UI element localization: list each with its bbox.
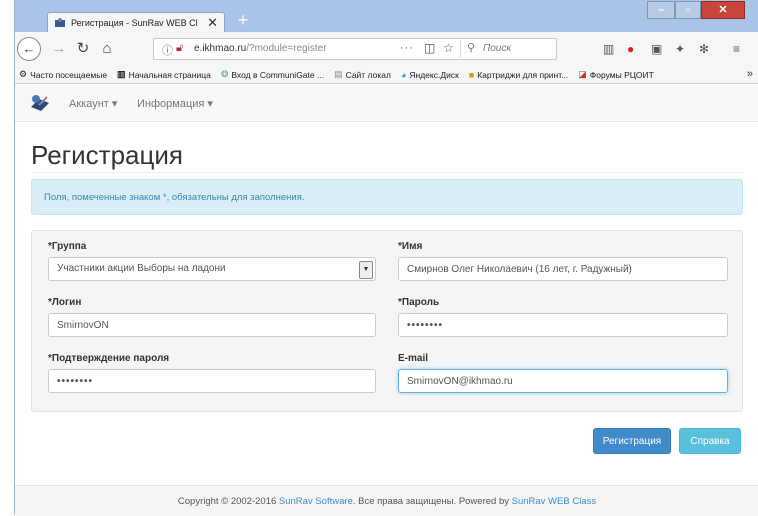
sunrav-web-class-link[interactable]: SunRav WEB Class (512, 496, 596, 507)
group-select[interactable]: Участники акции Выборы на ладони ▼ (48, 257, 376, 281)
login-input[interactable] (48, 313, 376, 337)
disk-icon: ◕ (400, 69, 407, 80)
library-icon[interactable]: ▥ (603, 42, 614, 56)
menu-account[interactable]: Аккаунт ▾ (69, 97, 117, 110)
name-input[interactable] (398, 257, 728, 281)
reload-button[interactable]: ↻ (73, 39, 93, 59)
site-navbar: Аккаунт ▾ Информация ▾ (15, 85, 758, 122)
name-label: *Имя (398, 241, 423, 252)
info-alert: Поля, помеченные знаком *, обязательны д… (31, 179, 743, 215)
chevron-down-icon[interactable]: ▼ (359, 261, 373, 279)
bookmarks-bar: ⚙ Часто посещаемые ▥ Начальная страница ❂ В… (15, 66, 758, 84)
reader-icon[interactable]: ▣ (651, 42, 662, 56)
login-label: *Логин (48, 297, 82, 308)
confirm-password-input[interactable] (48, 369, 376, 393)
home-button[interactable]: ⌂ (97, 39, 117, 59)
adblock-icon[interactable]: ● (627, 42, 634, 56)
url-path: /?module=register (246, 43, 327, 54)
search-box[interactable]: ⚲ (460, 40, 555, 58)
bookmark-item[interactable]: ❂ Вход в CommuniGate ... (221, 69, 324, 80)
search-icon: ⚲ (467, 42, 476, 54)
bookmark-label: Начальная страница (128, 69, 211, 80)
browser-window: Регистрация - SunRav WEB Cl ✕ + – ▫ ✕ ← … (14, 0, 758, 516)
maximize-button[interactable]: ▫ (675, 1, 701, 19)
info-icon[interactable]: ⓘ (162, 42, 173, 58)
help-button[interactable]: Справка (679, 428, 741, 454)
bookmark-label: Часто посещаемые (30, 69, 108, 80)
page-title: Регистрация (31, 140, 183, 170)
copyright-text: Copyright © 2002-2016 SunRav Software. В… (15, 496, 758, 507)
email-label: E-mail (398, 353, 429, 364)
site-logo-icon[interactable] (29, 93, 51, 113)
bookmark-label: Яндекс.Диск (409, 69, 459, 80)
bookmark-label: Картриджи для принт... (477, 69, 569, 80)
password-input[interactable] (398, 313, 728, 337)
registration-form: *Группа Участники акции Выборы на ладони… (31, 230, 743, 412)
pocket-icon[interactable]: ◫ (424, 41, 435, 55)
bookmark-star-icon[interactable]: ☆ (443, 41, 454, 55)
footer: Copyright © 2002-2016 SunRav Software. В… (15, 485, 758, 516)
group-select-value: Участники акции Выборы на ладони (57, 263, 226, 274)
addon-icon[interactable]: ✻ (699, 42, 709, 56)
page-actions-icon[interactable]: ··· (400, 42, 414, 54)
page-icon: ▤ (334, 69, 343, 79)
url-text[interactable]: e.ikhmao.ru/?module=register (194, 43, 327, 54)
maximize-icon: ▫ (686, 4, 690, 16)
address-bar[interactable]: ⓘ 🔓︎ e.ikhmao.ru/?module=register ··· ◫ … (153, 38, 557, 60)
back-button[interactable]: ← (17, 37, 41, 61)
footer-text: . Все права защищены. Powered by (352, 496, 512, 507)
bookmark-item[interactable]: ◕ Яндекс.Диск (401, 70, 459, 80)
navigation-bar: ← → ↻ ⌂ ⓘ 🔓︎ e.ikhmao.ru/?module=registe… (15, 32, 758, 67)
bookmark-item[interactable]: ◪ Форумы РЦОИТ (578, 69, 654, 80)
menu-icon[interactable]: ≡ (733, 42, 740, 56)
close-icon: ✕ (718, 4, 728, 16)
bookmark-item[interactable]: ▤ Сайт локал (334, 69, 391, 80)
tab-title: Регистрация - SunRav WEB Cl (71, 17, 198, 28)
divider (31, 172, 743, 173)
register-button[interactable]: Регистрация (593, 428, 671, 454)
footer-text: Copyright © 2002-2016 (177, 496, 279, 507)
forward-button[interactable]: → (49, 39, 69, 59)
url-host: e.ikhmao.ru (194, 43, 247, 54)
insecure-lock-icon[interactable]: 🔓︎ (176, 42, 183, 55)
browser-tab[interactable]: Регистрация - SunRav WEB Cl ✕ (47, 12, 225, 32)
bookmark-label: Вход в CommuniGate ... (231, 69, 325, 80)
tab-close-icon[interactable]: ✕ (207, 15, 218, 31)
minimize-button[interactable]: – (647, 1, 675, 19)
site-favicon-icon (55, 17, 65, 27)
tab-strip: Регистрация - SunRav WEB Cl ✕ + – ▫ ✕ (15, 0, 758, 32)
search-input[interactable] (481, 42, 555, 55)
sunrav-software-link[interactable]: SunRav Software (279, 496, 353, 507)
alert-text: Поля, помеченные знаком *, обязательны д… (44, 192, 305, 203)
password-label: *Пароль (398, 297, 440, 308)
minimize-icon: – (657, 4, 665, 16)
bookmark-item[interactable]: ■ Картриджи для принт... (469, 70, 568, 80)
email-input[interactable] (398, 369, 728, 393)
group-label: *Группа (48, 241, 87, 252)
bookmark-item[interactable]: ▥ Начальная страница (117, 69, 211, 80)
bookmark-item[interactable]: ⚙ Часто посещаемые (19, 69, 107, 80)
forum-icon: ◪ (578, 69, 587, 79)
bookmarks-overflow-icon[interactable]: » (747, 68, 753, 80)
close-window-button[interactable]: ✕ (701, 1, 745, 19)
new-tab-button[interactable]: + (233, 11, 253, 30)
bookmark-label: Сайт локал (345, 69, 391, 80)
bookmark-label: Форумы РЦОИТ (589, 69, 654, 80)
menu-information[interactable]: Информация ▾ (137, 97, 213, 110)
extension-icon[interactable]: ✦ (675, 42, 685, 56)
start-page-icon: ▥ (117, 69, 126, 79)
communigate-icon: ❂ (220, 69, 229, 79)
confirm-password-label: *Подтверждение пароля (48, 353, 170, 364)
folder-icon: ■ (468, 69, 475, 80)
gear-icon: ⚙ (19, 69, 28, 79)
